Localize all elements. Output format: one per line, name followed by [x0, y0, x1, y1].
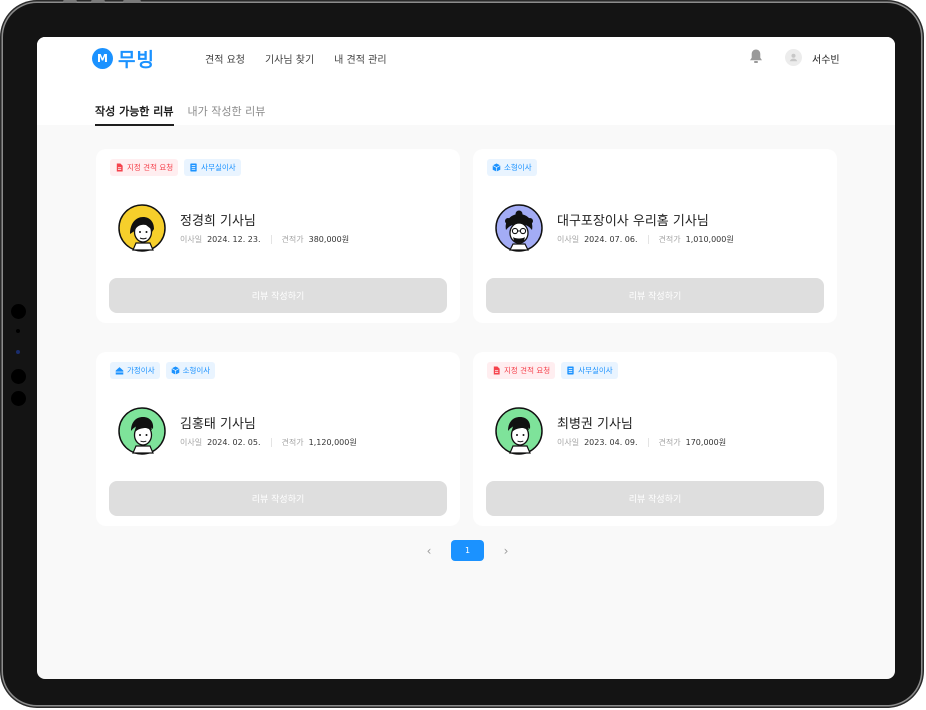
tag-small-move: 소형이사 [165, 362, 216, 379]
move-meta: 이사일 2023. 04. 09. 견적가 170,000원 [557, 437, 726, 448]
hardware-dot [11, 304, 26, 319]
driver-avatar [118, 204, 166, 252]
driver-name: 정경희 기사님 [180, 214, 256, 229]
review-card: 지정 견적 요청 사무실이사 정경희 기사님 이사일 2024. 12. 23.… [96, 149, 460, 323]
document-icon [116, 163, 123, 172]
price-label: 견적가 [658, 235, 681, 244]
tag-designated-quote: 지정 견적 요청 [110, 159, 179, 176]
tag-office-move: 사무실이사 [561, 362, 618, 379]
write-review-button[interactable]: 리뷰 작성하기 [109, 278, 447, 313]
move-date-value: 2024. 07. 06. [584, 235, 638, 244]
tag-list: 소형이사 [487, 159, 537, 176]
next-page-button[interactable]: › [502, 544, 510, 558]
driver-name: 김홍태 기사님 [180, 417, 256, 432]
building-icon [567, 366, 574, 375]
page-1-button[interactable]: 1 [451, 540, 484, 561]
tag-list: 지정 견적 요청 사무실이사 [110, 159, 241, 176]
home-icon [115, 367, 124, 375]
price-label: 견적가 [281, 438, 304, 447]
move-meta: 이사일 2024. 12. 23. 견적가 380,000원 [180, 234, 349, 245]
nav-find-driver[interactable]: 기사님 찾기 [265, 51, 314, 66]
review-card: 소형이사 대구포장이사 우리홈 기사님 이사일 2024. 07. 06. 견적… [473, 149, 837, 323]
nav-my-quotes[interactable]: 내 견적 관리 [334, 51, 386, 66]
hardware-dot [11, 369, 26, 384]
app-screen: M 무빙 견적 요청 기사님 찾기 내 견적 관리 서수빈 작성 가능한 리뷰 [37, 37, 895, 679]
price-value: 380,000원 [308, 235, 350, 244]
driver-avatar [118, 407, 166, 455]
write-review-button[interactable]: 리뷰 작성하기 [109, 481, 447, 516]
user-icon [789, 53, 798, 62]
price-value: 1,120,000원 [308, 438, 357, 447]
divider [647, 235, 649, 244]
move-date-value: 2024. 02. 05. [207, 438, 261, 447]
top-header: M 무빙 견적 요청 기사님 찾기 내 견적 관리 서수빈 작성 가능한 리뷰 [37, 37, 895, 126]
move-date-label: 이사일 [557, 438, 580, 447]
move-date-value: 2023. 04. 09. [584, 438, 638, 447]
tab-writable-reviews[interactable]: 작성 가능한 리뷰 [95, 103, 174, 126]
tag-list: 지정 견적 요청 사무실이사 [487, 362, 618, 379]
box-icon [171, 366, 180, 375]
box-icon [492, 163, 501, 172]
divider [270, 235, 272, 244]
review-card: 가정이사 소형이사 김홍태 기사님 이사일 2024. 02. 05. 견적가 … [96, 352, 460, 526]
tag-designated-quote: 지정 견적 요청 [487, 362, 556, 379]
volume-button [91, 0, 105, 3]
price-label: 견적가 [658, 438, 681, 447]
pagination: ‹ 1 › [425, 540, 510, 561]
user-avatar[interactable] [785, 49, 802, 66]
camera-dot [16, 350, 20, 354]
driver-name: 최병권 기사님 [557, 417, 633, 432]
tag-office-move: 사무실이사 [184, 159, 241, 176]
tab-my-reviews[interactable]: 내가 작성한 리뷰 [188, 103, 266, 126]
price-value: 170,000원 [685, 438, 727, 447]
logo-text: 무빙 [118, 49, 155, 71]
move-meta: 이사일 2024. 07. 06. 견적가 1,010,000원 [557, 234, 734, 245]
hardware-dot [16, 329, 20, 333]
price-label: 견적가 [281, 235, 304, 244]
write-review-button[interactable]: 리뷰 작성하기 [486, 481, 824, 516]
document-icon [493, 366, 500, 375]
move-date-label: 이사일 [180, 235, 203, 244]
move-date-label: 이사일 [557, 235, 580, 244]
divider [647, 438, 649, 447]
driver-avatar [495, 407, 543, 455]
bell-icon[interactable] [749, 48, 763, 64]
driver-name: 대구포장이사 우리홈 기사님 [557, 214, 709, 229]
review-tabs: 작성 가능한 리뷰 내가 작성한 리뷰 [95, 103, 265, 126]
tag-small-move: 소형이사 [487, 159, 537, 176]
logo-mark-icon: M [92, 48, 113, 69]
tag-list: 가정이사 소형이사 [110, 362, 216, 379]
tablet-frame: M 무빙 견적 요청 기사님 찾기 내 견적 관리 서수빈 작성 가능한 리뷰 [3, 3, 921, 705]
prev-page-button[interactable]: ‹ [425, 544, 433, 558]
review-card: 지정 견적 요청 사무실이사 최병권 기사님 이사일 2023. 04. 09.… [473, 352, 837, 526]
move-meta: 이사일 2024. 02. 05. 견적가 1,120,000원 [180, 437, 357, 448]
move-date-value: 2024. 12. 23. [207, 235, 261, 244]
power-button [123, 0, 141, 3]
write-review-button[interactable]: 리뷰 작성하기 [486, 278, 824, 313]
volume-button [63, 0, 77, 3]
logo[interactable]: M 무빙 [92, 45, 155, 72]
move-date-label: 이사일 [180, 438, 203, 447]
user-name[interactable]: 서수빈 [812, 51, 840, 66]
building-icon [190, 163, 197, 172]
driver-avatar [495, 204, 543, 252]
tag-home-move: 가정이사 [110, 362, 160, 379]
main-nav: 견적 요청 기사님 찾기 내 견적 관리 [205, 51, 387, 66]
nav-quote-request[interactable]: 견적 요청 [205, 51, 245, 66]
price-value: 1,010,000원 [685, 235, 734, 244]
divider [270, 438, 272, 447]
hardware-dot [11, 391, 26, 406]
